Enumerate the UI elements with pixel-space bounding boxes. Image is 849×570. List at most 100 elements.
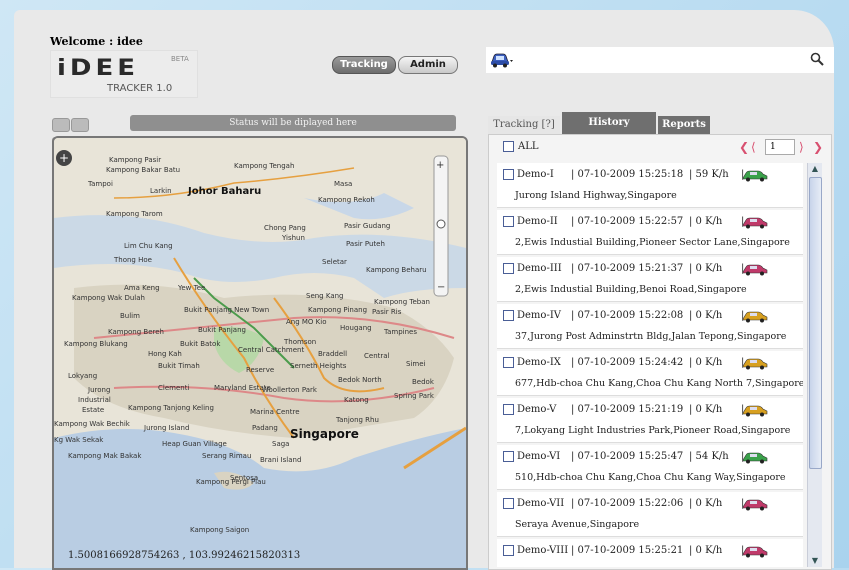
vehicle-row[interactable]: Demo-VII | 07-10-2009 15:22:06 | 0 K/h | Ser…	[497, 492, 803, 537]
vehicle-address: 2,Ewis Industial Building,Benoi Road,Sin…	[515, 284, 747, 295]
vehicle-checkbox[interactable]	[503, 263, 514, 274]
select-all-checkbox[interactable]	[503, 141, 514, 152]
scroll-down-icon[interactable]: ▼	[808, 555, 822, 567]
vehicle-row[interactable]: Demo-IV | 07-10-2009 15:22:08 | 0 K/h | 37,J…	[497, 304, 803, 349]
vehicle-status-car-icon	[742, 405, 768, 417]
vehicle-name[interactable]: Demo-VII	[517, 498, 569, 509]
admin-nav-button[interactable]: Admin	[398, 56, 458, 74]
map-label: Larkin	[150, 187, 172, 195]
vehicle-time: | 07-10-2009 15:21:37	[571, 263, 684, 274]
first-page-icon[interactable]: ❮	[739, 140, 749, 154]
map-label: Lokyang	[68, 372, 97, 380]
vehicle-row-info: Demo-VIII | 07-10-2009 15:25:21 | 0 K/h |	[503, 545, 744, 556]
vehicle-status-car-icon	[742, 311, 768, 323]
vehicle-row[interactable]: Demo-III | 07-10-2009 15:21:37 | 0 K/h | 2,E…	[497, 257, 803, 302]
map-label: Serang Rimau	[202, 452, 251, 460]
logo-word: iDEE	[57, 55, 140, 81]
map-label: Clementi	[158, 384, 189, 392]
logo-beta: BETA	[171, 55, 189, 63]
scroll-thumb[interactable]	[809, 177, 822, 469]
map-label: Kampong Blukang	[64, 340, 128, 348]
vehicle-checkbox[interactable]	[503, 169, 514, 180]
logo: iDEE BETA TRACKER 1.0	[50, 50, 198, 98]
map-label: Woollerton Park	[262, 386, 318, 394]
vehicle-checkbox[interactable]	[503, 545, 514, 556]
scroll-up-icon[interactable]: ▲	[808, 163, 822, 175]
map-label: Bukit Panjang New Town	[184, 306, 269, 314]
vehicle-row-info: Demo-II | 07-10-2009 15:22:57 | 0 K/h |	[503, 216, 744, 227]
map-label: Kampong Pinang	[308, 306, 367, 314]
vehicle-time: | 07-10-2009 15:22:06	[571, 498, 684, 509]
map-label: Tanjong Rhu	[335, 416, 379, 424]
map-label: Jurong Island	[143, 424, 189, 432]
vehicle-checkbox[interactable]	[503, 216, 514, 227]
vehicle-row[interactable]: Demo-VIII | 07-10-2009 15:25:21 | 0 K/h |	[497, 539, 803, 567]
last-page-icon[interactable]: ❯	[813, 140, 823, 154]
tab-reports[interactable]: Reports	[658, 116, 710, 134]
map-view[interactable]: + − Kampong Pasir Kampong Bakar Batu Kampo…	[52, 136, 468, 570]
vehicle-checkbox[interactable]	[503, 498, 514, 509]
vehicle-status-car-icon	[742, 264, 768, 276]
vehicle-checkbox[interactable]	[503, 310, 514, 321]
vehicle-status-car-icon	[742, 217, 768, 229]
prev-page-icon[interactable]: ⟨	[751, 140, 756, 154]
map-label: Kg Wak Sekak	[54, 436, 104, 444]
vehicle-name[interactable]: Demo-I	[517, 169, 569, 180]
view-button[interactable]	[71, 118, 89, 132]
vehicle-panel: ALL ❮ ⟨ 1 ⟩ ❯ Demo-I | 07-10-2009 15:25:1…	[488, 134, 832, 570]
logo-version: TRACKER 1.0	[107, 83, 173, 94]
tab-history-tracking[interactable]: History Tracking	[562, 112, 656, 150]
select-all-row[interactable]: ALL	[503, 141, 539, 152]
next-page-icon[interactable]: ⟩	[799, 140, 804, 154]
vehicle-name[interactable]: Demo-III	[517, 263, 569, 274]
map-label: Braddell	[318, 350, 347, 358]
vehicle-name[interactable]: Demo-IX	[517, 357, 569, 368]
map-expand-icon[interactable]: +	[56, 150, 72, 166]
vehicle-name[interactable]: Demo-VIII	[517, 545, 569, 556]
map-label: Yew Tee	[177, 284, 205, 292]
vehicle-speed: | 0 K/h	[689, 498, 723, 509]
map-canvas[interactable]: + − Kampong Pasir Kampong Bakar Batu Kampo…	[54, 138, 466, 568]
vehicle-row[interactable]: Demo-IX | 07-10-2009 15:24:42 | 0 K/h | 677,…	[497, 351, 803, 396]
vehicle-name[interactable]: Demo-VI	[517, 451, 569, 462]
view-button[interactable]	[52, 118, 70, 132]
vehicle-row-info: Demo-VII | 07-10-2009 15:22:06 | 0 K/h |	[503, 498, 744, 509]
map-label: Kampong Pergi Piau	[196, 478, 266, 486]
pager: ❮ ⟨ 1 ⟩ ❯	[739, 139, 829, 157]
vehicle-row-info: Demo-IX | 07-10-2009 15:24:42 | 0 K/h |	[503, 357, 744, 368]
vehicle-name[interactable]: Demo-II	[517, 216, 569, 227]
map-coordinates: 1.5008166928754263 , 103.99246215820313	[68, 550, 301, 561]
map-label: Pasir Gudang	[344, 222, 390, 230]
list-scrollbar[interactable]: ▲ ▼	[807, 163, 822, 567]
search-icon[interactable]	[810, 52, 824, 66]
map-label: Brani Island	[260, 456, 301, 464]
vehicle-row[interactable]: Demo-VI | 07-10-2009 15:25:47 | 54 K/h | 510…	[497, 445, 803, 490]
vehicle-time: | 07-10-2009 15:25:18	[571, 169, 684, 180]
vehicle-row-info: Demo-IV | 07-10-2009 15:22:08 | 0 K/h |	[503, 310, 744, 321]
view-toggle-buttons[interactable]	[52, 117, 104, 151]
zoom-plus[interactable]: +	[436, 160, 444, 171]
vehicle-row[interactable]: Demo-V | 07-10-2009 15:21:19 | 0 K/h | 7,Lok…	[497, 398, 803, 443]
vehicle-row-info: Demo-I | 07-10-2009 15:25:18 | 59 K/h |	[503, 169, 744, 180]
search-bar[interactable]	[486, 47, 834, 73]
page-input[interactable]: 1	[765, 139, 795, 155]
vehicle-checkbox[interactable]	[503, 357, 514, 368]
map-label: Singapore	[290, 427, 359, 441]
zoom-handle[interactable]	[436, 219, 446, 229]
vehicle-checkbox[interactable]	[503, 451, 514, 462]
vehicle-name[interactable]: Demo-V	[517, 404, 569, 415]
map-label: Ama Keng	[124, 284, 160, 292]
vehicle-address: Seraya Avenue,Singapore	[515, 519, 640, 530]
tab-tracking[interactable]: Tracking [?]	[488, 116, 560, 134]
zoom-minus[interactable]: −	[437, 282, 445, 293]
map-label: Kampong Bereh	[108, 328, 164, 336]
vehicle-checkbox[interactable]	[503, 404, 514, 415]
map-label: Industrial	[78, 396, 111, 404]
vehicle-name[interactable]: Demo-IV	[517, 310, 569, 321]
vehicle-row[interactable]: Demo-II | 07-10-2009 15:22:57 | 0 K/h | 2,Ew…	[497, 210, 803, 255]
tracking-nav-button[interactable]: Tracking	[332, 56, 396, 74]
car-icon[interactable]	[489, 51, 513, 69]
vehicle-row[interactable]: Demo-I | 07-10-2009 15:25:18 | 59 K/h | Juro…	[497, 163, 803, 208]
vehicle-status-car-icon	[742, 546, 768, 558]
vehicle-time: | 07-10-2009 15:24:42	[571, 357, 684, 368]
